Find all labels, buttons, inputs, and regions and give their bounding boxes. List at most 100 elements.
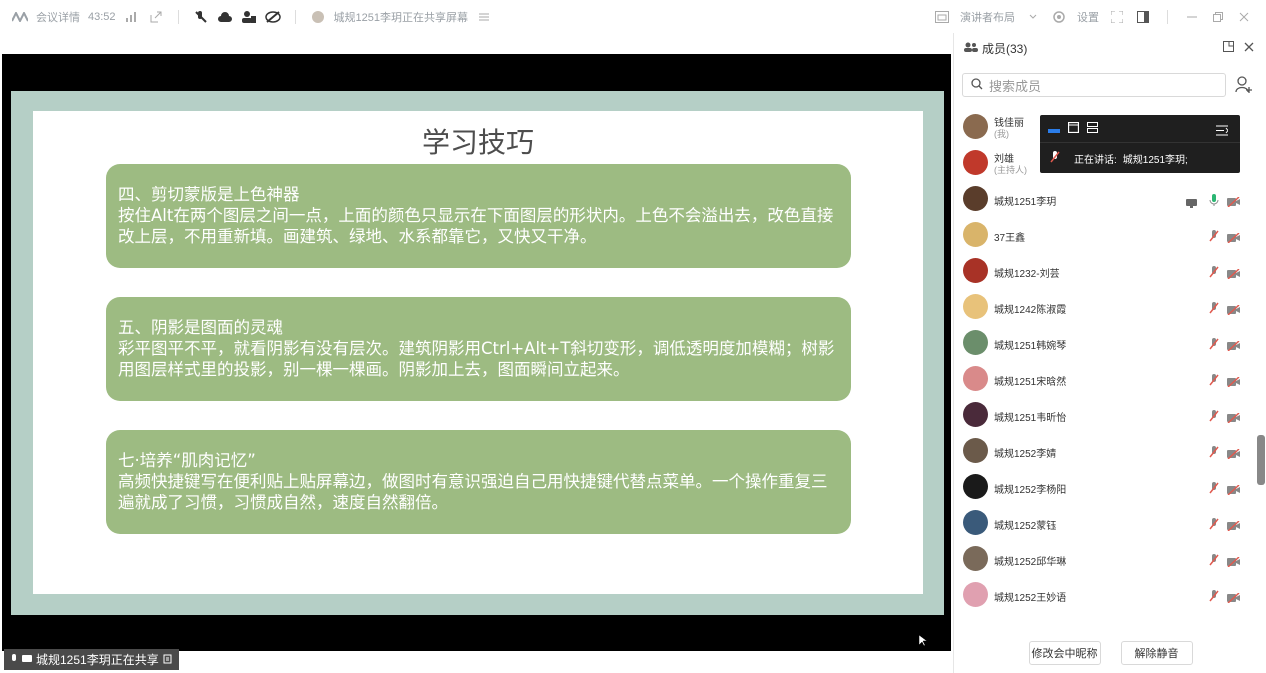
avatar: [963, 510, 988, 535]
layout-dropdown[interactable]: 演讲者布局: [960, 9, 1015, 25]
member-row[interactable]: 城规1251宋晗然: [954, 361, 1266, 397]
member-name: 37王鑫: [994, 233, 1026, 244]
rename-button[interactable]: 修改会中昵称: [1028, 641, 1101, 665]
camera-off-icon[interactable]: [1227, 194, 1240, 208]
settings-button[interactable]: 设置: [1077, 9, 1099, 25]
mic-muted-icon[interactable]: [1209, 517, 1219, 530]
camera-off-icon[interactable]: [1227, 446, 1240, 460]
camera-off-icon[interactable]: [1227, 518, 1240, 532]
speaking-indicator-popover: 正在讲话: 城规1251李玥;: [1040, 115, 1240, 173]
camera-off-icon[interactable]: [1227, 482, 1240, 496]
mic-muted-icon[interactable]: [1209, 481, 1219, 494]
avatar: [963, 438, 988, 463]
chevron-down-icon[interactable]: [1025, 9, 1041, 25]
menu-icon[interactable]: [476, 9, 492, 25]
member-row[interactable]: 城规1252李杨阳: [954, 469, 1266, 505]
member-row[interactable]: 城规1252李婧: [954, 433, 1266, 469]
member-name: 城规1252李婧: [994, 449, 1057, 460]
member-name: 城规1252蒙钰: [994, 521, 1057, 532]
speaker-name: 城规1251李玥;: [1122, 154, 1188, 166]
tip-heading: 四、剪切蒙版是上色神器: [118, 185, 300, 204]
divider: [177, 9, 179, 24]
tip-heading: 五、阴影是图面的灵魂: [118, 318, 283, 337]
minimize-bar-icon[interactable]: [1048, 120, 1060, 138]
share-link-icon[interactable]: [148, 9, 164, 25]
close-panel-icon[interactable]: [1244, 41, 1254, 55]
mic-active-icon[interactable]: [1209, 193, 1219, 206]
scrollbar-thumb[interactable]: [1257, 435, 1265, 485]
avatar: [963, 474, 988, 499]
meeting-details-link[interactable]: 会议详情: [36, 9, 80, 25]
layout-icon[interactable]: [934, 9, 950, 25]
camera-off-icon[interactable]: [1227, 554, 1240, 568]
mic-muted-icon[interactable]: [1209, 229, 1219, 242]
sharing-status-text: 城规1251李玥正在共享屏幕: [333, 11, 469, 24]
camera-off-icon[interactable]: [1227, 230, 1240, 244]
mic-muted-icon[interactable]: [1209, 553, 1219, 566]
signal-icon: [124, 9, 140, 25]
mic-muted-icon[interactable]: [1209, 373, 1219, 386]
camera-off-icon[interactable]: [1227, 374, 1240, 388]
close-icon[interactable]: [1236, 9, 1252, 25]
member-name: 城规1251韩婉琴: [994, 341, 1067, 352]
member-name: 城规1251李玥: [994, 197, 1057, 208]
member-name: 城规1232-刘芸: [994, 269, 1060, 280]
member-row[interactable]: 城规1251李玥: [954, 181, 1266, 217]
divider: [1167, 9, 1168, 24]
camera-off-icon[interactable]: [1227, 410, 1240, 424]
mic-muted-icon[interactable]: [1209, 301, 1219, 314]
mute-all-icon[interactable]: [193, 9, 209, 25]
member-search-input[interactable]: 搜索成员: [962, 73, 1226, 97]
mic-muted-icon[interactable]: [1209, 589, 1219, 602]
tip-body: 彩平图平不平，就看阴影有没有层次。建筑阴影用Ctrl+Alt+T斜切变形，调低透…: [118, 339, 835, 379]
member-row[interactable]: 城规1232-刘芸: [954, 253, 1266, 289]
avatar: [963, 294, 988, 319]
member-name: 城规1242陈淑霞: [994, 305, 1067, 316]
avatar: [963, 114, 988, 139]
camera-off-icon[interactable]: [1227, 338, 1240, 352]
member-row[interactable]: 城规1252邱华琳: [954, 541, 1266, 577]
restore-icon[interactable]: [1210, 9, 1226, 25]
popout-icon[interactable]: [1223, 41, 1234, 55]
mic-muted-icon[interactable]: [1209, 265, 1219, 278]
cloud-record-icon[interactable]: [217, 9, 233, 25]
manage-members-icon[interactable]: [241, 9, 257, 25]
tip-heading: 七·培养“肌肉记忆”: [118, 451, 256, 470]
member-row[interactable]: 城规1251韩婉琴: [954, 325, 1266, 361]
settings-icon[interactable]: [1051, 9, 1067, 25]
members-panel-footer: 修改会中昵称 解除静音: [954, 633, 1266, 673]
member-row[interactable]: 37王鑫: [954, 217, 1266, 253]
avatar: [963, 582, 988, 607]
camera-off-icon[interactable]: [1227, 266, 1240, 280]
minimize-icon[interactable]: [1184, 9, 1200, 25]
tip-body: 高频快捷键写在便利贴上贴屏幕边，做图时有意识强迫自己用快捷键代替点菜单。一个操作…: [118, 472, 828, 512]
member-row[interactable]: 城规1252王妙语: [954, 577, 1266, 613]
member-row[interactable]: 城规1252蒙钰: [954, 505, 1266, 541]
camera-off-icon[interactable]: [264, 9, 281, 25]
member-name: 城规1252邱华琳: [994, 557, 1067, 568]
camera-off-icon[interactable]: [1227, 302, 1240, 316]
avatar: [963, 258, 988, 283]
member-row[interactable]: 城规1251韦昕怡: [954, 397, 1266, 433]
window-icon[interactable]: [1067, 120, 1080, 138]
members-panel-header: 成员(33): [954, 33, 1266, 63]
tip-card: 七·培养“肌肉记忆” 高频快捷键写在便利贴上贴屏幕边，做图时有意识强迫自己用快捷…: [106, 430, 851, 534]
member-name: 城规1251韦昕怡: [994, 413, 1067, 424]
sidebar-toggle-icon[interactable]: [1135, 9, 1151, 25]
search-placeholder: 搜索成员: [989, 78, 1042, 94]
add-member-icon[interactable]: [1235, 75, 1255, 95]
mic-muted-icon[interactable]: [1209, 445, 1219, 458]
member-role: (我): [994, 129, 1009, 139]
member-list: 钱佳丽 (我) 刘雄 (主持人) 城规1251李玥 37王鑫 城规1232-刘芸 城规1242…: [954, 105, 1266, 633]
screen-share-icon: [1186, 195, 1197, 208]
list-view-icon[interactable]: [1087, 120, 1098, 138]
member-row[interactable]: 城规1242陈淑霞: [954, 289, 1266, 325]
mic-muted-icon[interactable]: [1209, 337, 1219, 350]
members-title: 成员(33): [982, 41, 1028, 56]
fullscreen-icon[interactable]: [1109, 9, 1125, 25]
mic-muted-icon[interactable]: [1209, 409, 1219, 422]
camera-off-icon[interactable]: [1227, 590, 1240, 604]
collapse-icon[interactable]: [1216, 123, 1229, 141]
unmute-button[interactable]: 解除静音: [1120, 641, 1193, 665]
tip-card: 五、阴影是图面的灵魂 彩平图平不平，就看阴影有没有层次。建筑阴影用Ctrl+Al…: [106, 297, 851, 401]
